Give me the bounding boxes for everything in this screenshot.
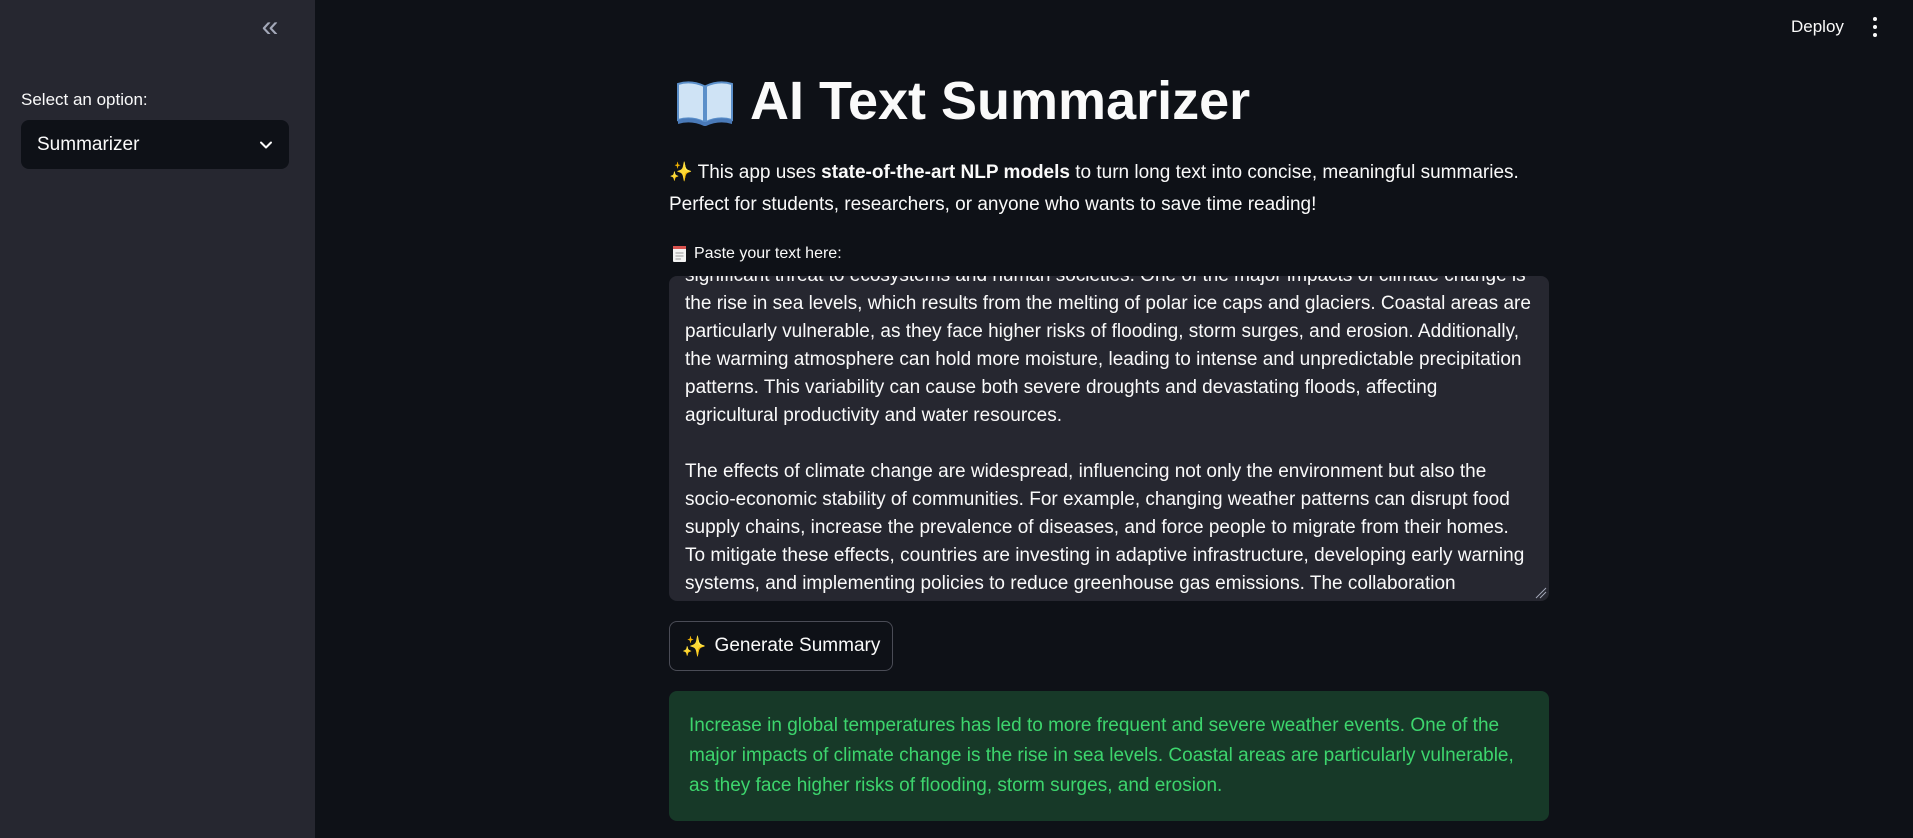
vertical-dots-icon[interactable] bbox=[1868, 14, 1882, 40]
intro-text: ✨ This app uses state-of-the-art NLP mod… bbox=[669, 162, 1519, 215]
open-book-icon bbox=[677, 81, 733, 126]
title-text: AI Text Summarizer bbox=[750, 71, 1251, 131]
resize-handle-icon[interactable] bbox=[1535, 587, 1547, 599]
deploy-button[interactable]: Deploy bbox=[1791, 17, 1844, 37]
textarea-content: significant threat to ecosystems and hum… bbox=[685, 276, 1531, 594]
select-label: Select an option: bbox=[21, 90, 148, 109]
select-value: Summarizer bbox=[37, 133, 140, 155]
textarea-label: Paste your text here: bbox=[672, 245, 842, 263]
sparkles-icon: ✨ bbox=[681, 635, 707, 658]
memo-icon bbox=[673, 246, 686, 262]
generate-button-label: Generate Summary bbox=[714, 635, 881, 656]
page-title: AI Text Summarizer bbox=[676, 70, 1250, 132]
double-chevron-left-icon[interactable]: « bbox=[255, 12, 285, 44]
option-select[interactable]: Summarizer bbox=[21, 120, 289, 169]
intro-bold: state-of-the-art NLP models bbox=[821, 162, 1070, 183]
text-input-area[interactable]: significant threat to ecosystems and hum… bbox=[669, 276, 1549, 601]
summary-output: Increase in global temperatures has led … bbox=[669, 691, 1549, 821]
chevron-down-icon bbox=[260, 141, 272, 148]
sidebar: « Select an option: Summarizer bbox=[0, 0, 315, 838]
generate-summary-button[interactable]: ✨ Generate Summary bbox=[669, 621, 893, 671]
